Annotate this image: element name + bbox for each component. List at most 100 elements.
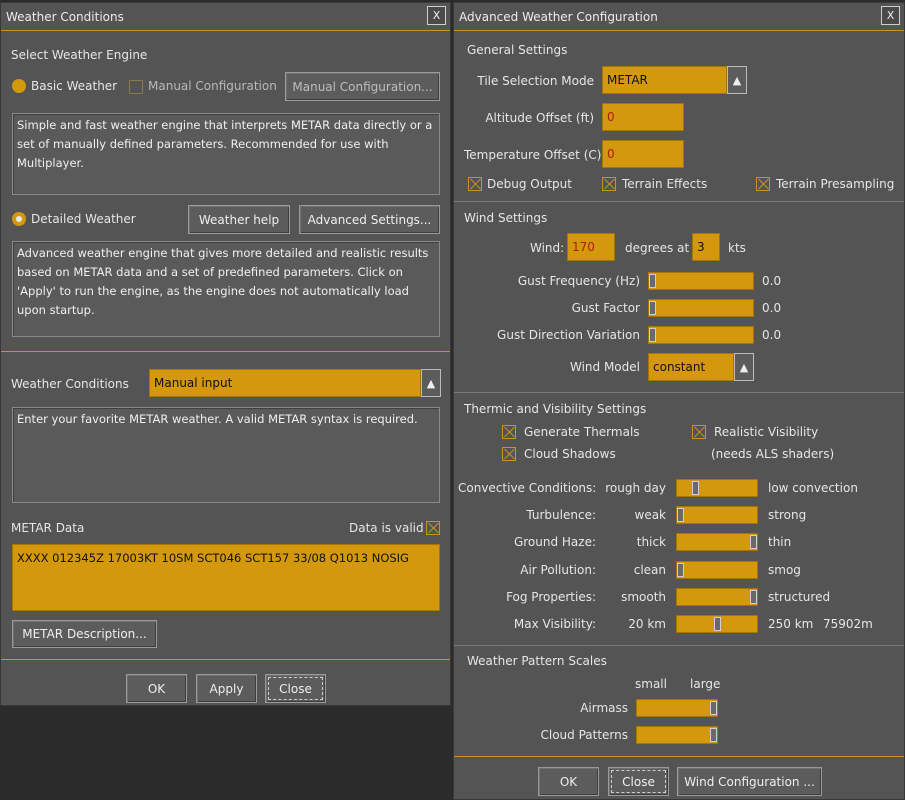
realistic-visibility-label: Realistic Visibility [714,425,819,439]
altitude-offset-input[interactable]: 0 [602,103,684,131]
detailed-weather-radio[interactable] [12,212,26,226]
ground-haze-slider[interactable] [676,533,758,551]
manual-configuration-checkbox[interactable] [129,80,143,94]
generate-thermals-checkbox[interactable] [502,425,516,439]
advanced-weather-dialog: Advanced Weather Configuration X General… [453,2,905,800]
max-visibility-min-label: 20 km [628,617,666,631]
gust-direction-value: 0.0 [762,328,782,342]
close-x-button[interactable]: X [881,6,900,25]
max-visibility-slider[interactable] [676,615,758,633]
convective-conditions-max-label: low convection [768,481,858,495]
turbulence-label: Turbulence: [526,508,596,522]
gust-direction-slider[interactable] [648,326,754,344]
debug-output-label: Debug Output [487,177,572,191]
weather-conditions-combo[interactable]: Manual input [149,369,421,397]
ground-haze-max-label: thin [768,535,792,549]
slider-thumb[interactable] [649,274,656,288]
slider-thumb[interactable] [710,728,717,742]
apply-button[interactable]: Apply [196,674,257,703]
advanced-settings-button[interactable]: Advanced Settings... [299,205,440,234]
basic-weather-label: Basic Weather [31,79,118,93]
wind-direction-input[interactable]: 170 [567,233,615,261]
debug-output-checkbox[interactable] [468,177,482,191]
cloud-shadows-label: Cloud Shadows [524,447,616,461]
close-button[interactable]: Close [265,674,326,703]
turbulence-slider[interactable] [676,506,758,524]
gust-frequency-slider[interactable] [648,272,754,290]
realistic-visibility-checkbox[interactable] [692,425,706,439]
slider-thumb[interactable] [750,590,757,604]
weather-conditions-dialog: Weather Conditions X Select Weather Engi… [0,2,451,706]
gust-factor-value: 0.0 [762,301,782,315]
thermic-settings-heading: Thermic and Visibility Settings [464,402,647,416]
turbulence-min-label: weak [634,508,667,522]
gust-frequency-value: 0.0 [762,274,782,288]
wind-configuration-button[interactable]: Wind Configuration ... [677,767,822,796]
wind-label: Wind: [530,241,565,255]
weather-conditions-label: Weather Conditions [11,377,129,391]
air-pollution-slider[interactable] [676,561,758,579]
cloud-shadows-checkbox[interactable] [502,447,516,461]
slider-thumb[interactable] [714,617,721,631]
convective-conditions-label: Convective Conditions: [458,481,597,495]
tile-selection-arrow-icon[interactable]: ▲ [727,66,747,94]
slider-thumb[interactable] [649,301,656,315]
wind-speed-input[interactable]: 3 [692,233,720,261]
kts-label: kts [728,241,746,255]
fog-properties-min-label: smooth [621,590,666,604]
select-engine-label: Select Weather Engine [11,48,148,62]
ok-button[interactable]: OK [538,767,599,796]
airmass-slider[interactable] [636,699,718,717]
air-pollution-label: Air Pollution: [520,563,596,577]
slider-thumb[interactable] [677,508,684,522]
close-button[interactable]: Close [608,767,669,796]
fog-properties-max-label: structured [768,590,831,604]
temperature-offset-input[interactable]: 0 [602,140,684,168]
slider-thumb[interactable] [710,701,717,715]
weather-help-button[interactable]: Weather help [188,205,290,234]
fog-properties-slider[interactable] [676,588,758,606]
data-valid-checkbox[interactable] [426,521,440,535]
tile-selection-combo[interactable]: METAR [602,66,727,94]
cloud-patterns-slider[interactable] [636,726,718,744]
basic-weather-description: Simple and fast weather engine that inte… [12,113,440,195]
gust-frequency-label: Gust Frequency (Hz) [517,274,640,288]
dialog-title: Weather Conditions [6,10,124,24]
conditions-dropdown-arrow-icon[interactable]: ▲ [421,369,441,397]
pattern-scales-heading: Weather Pattern Scales [467,654,607,668]
terrain-presampling-checkbox[interactable] [756,177,770,191]
slider-thumb[interactable] [750,535,757,549]
slider-thumb[interactable] [692,481,699,495]
gust-factor-slider[interactable] [648,299,754,317]
wind-model-combo[interactable]: constant [648,353,734,381]
slider-thumb[interactable] [677,563,684,577]
terrain-effects-checkbox[interactable] [602,177,616,191]
divider [454,756,904,757]
gust-factor-label: Gust Factor [571,301,640,315]
manual-configuration-check-label: Manual Configuration [148,79,277,93]
metar-data-label: METAR Data [11,521,85,535]
title-bar[interactable]: Weather Conditions X [1,3,450,31]
data-valid-label: Data is valid [349,521,424,535]
ok-button[interactable]: OK [126,674,187,703]
divider [454,201,904,202]
terrain-presampling-label: Terrain Presampling [776,177,895,191]
ground-haze-min-label: thick [636,535,666,549]
small-label: small [635,677,667,691]
wind-model-label: Wind Model [569,360,640,374]
altitude-offset-label: Altitude Offset (ft) [485,111,594,125]
convective-conditions-slider[interactable] [676,479,758,497]
title-bar[interactable]: Advanced Weather Configuration X [454,3,904,31]
manual-configuration-button[interactable]: Manual Configuration... [285,72,440,101]
close-x-button[interactable]: X [427,6,446,25]
general-settings-heading: General Settings [467,43,568,57]
slider-thumb[interactable] [649,328,656,342]
basic-weather-radio[interactable] [12,79,26,93]
gust-direction-label: Gust Direction Variation [497,328,640,342]
wind-model-arrow-icon[interactable]: ▲ [734,353,754,381]
max-visibility-label: Max Visibility: [513,617,596,631]
max-visibility-value: 75902m [823,617,873,631]
metar-description-button[interactable]: METAR Description... [12,620,157,648]
divider [454,392,904,393]
metar-data-input[interactable]: XXXX 012345Z 17003KT 10SM SCT046 SCT157 … [12,544,440,611]
